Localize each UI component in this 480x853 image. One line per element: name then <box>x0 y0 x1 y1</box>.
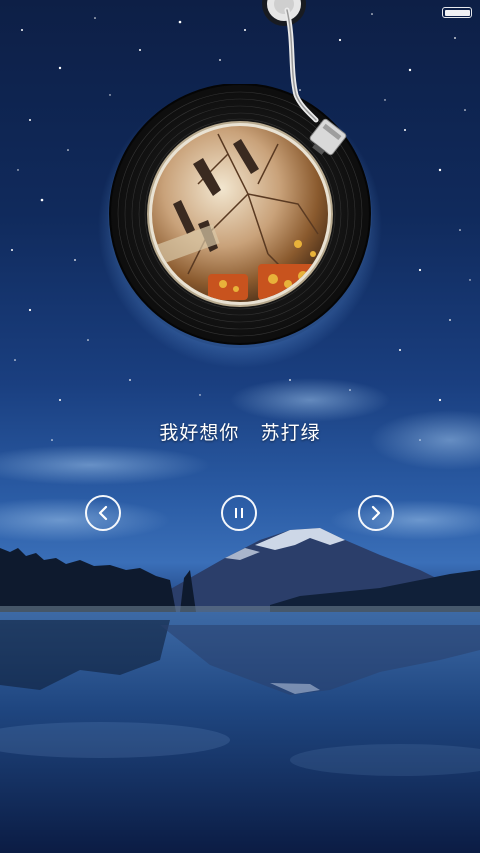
battery-icon <box>442 7 472 18</box>
previous-track-button[interactable] <box>85 495 121 531</box>
artist-name: 苏打绿 <box>260 422 321 444</box>
song-title-artist: 我好想你 苏打绿 <box>0 418 480 445</box>
pause-icon <box>235 508 243 518</box>
next-track-button[interactable] <box>358 495 394 531</box>
battery-level <box>444 9 470 16</box>
chevron-left-icon <box>98 505 108 521</box>
pause-button[interactable] <box>221 495 257 531</box>
chevron-right-icon <box>371 505 381 521</box>
song-title: 我好想你 <box>159 422 240 444</box>
album-vinyl-disc[interactable] <box>98 83 382 368</box>
lockscreen-music-player: 我好想你 苏打绿 <box>0 0 480 853</box>
